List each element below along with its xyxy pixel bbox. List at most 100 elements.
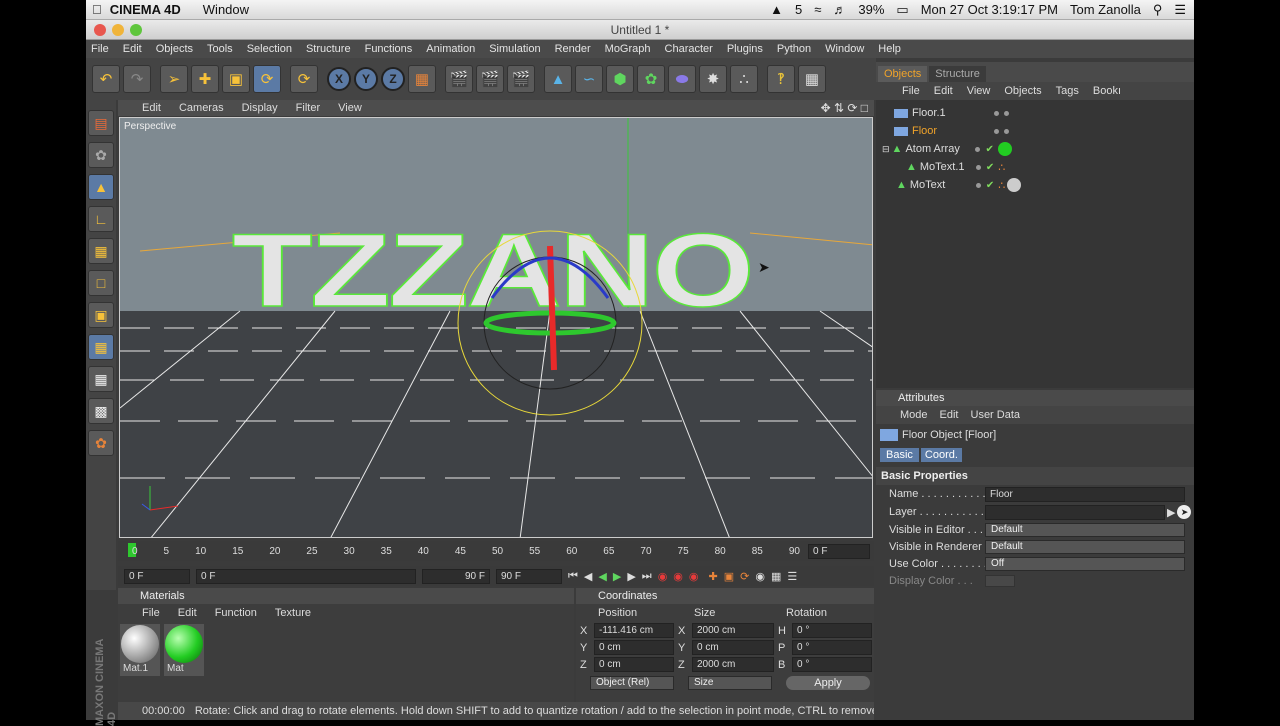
coordinate-system-icon[interactable]: ▦ (408, 65, 436, 93)
battery-percent[interactable]: 39% (858, 2, 884, 17)
objects-menu-edit[interactable]: Edit (934, 85, 953, 97)
render-view-icon[interactable]: 🎬 (445, 65, 473, 93)
zoom-window-button[interactable] (130, 24, 142, 36)
key-rot-icon[interactable]: ⟳ (740, 570, 749, 583)
autokey-icon[interactable]: ◉ (673, 570, 683, 583)
menu-animation[interactable]: Animation (426, 43, 475, 55)
enabled-check-icon[interactable]: ✔ (986, 180, 994, 191)
move-icon[interactable]: ✚ (191, 65, 219, 93)
window-menu[interactable]: Window (203, 2, 249, 17)
tab-objects[interactable]: Objects (878, 66, 928, 82)
undo-icon[interactable]: ↶ (92, 65, 120, 93)
x-axis-toggle[interactable]: X (327, 67, 351, 91)
menu-help[interactable]: Help (878, 43, 901, 55)
list-icon[interactable]: ☰ (1174, 2, 1186, 18)
environment-icon[interactable]: ∴ (730, 65, 758, 93)
object-row[interactable]: ⊟ ▲ Atom Array ✔ (876, 140, 1194, 158)
objects-menu-tags[interactable]: Tags (1056, 85, 1079, 97)
layer-picker-icon[interactable]: ➤ (1177, 505, 1192, 519)
tab-structure[interactable]: Structure (929, 66, 986, 82)
close-window-button[interactable] (94, 24, 106, 36)
size-z-field[interactable]: 2000 cm (692, 657, 774, 672)
menu-tools[interactable]: Tools (207, 43, 233, 55)
menu-file[interactable]: File (91, 43, 109, 55)
deformer-icon[interactable]: ⬬ (668, 65, 696, 93)
tab-basic[interactable]: Basic (880, 448, 919, 462)
timeline-ruler[interactable]: 0 5 10 15 20 25 30 35 40 45 50 55 60 65 … (118, 541, 874, 561)
menu-mograph[interactable]: MoGraph (605, 43, 651, 55)
object-axis-icon[interactable]: ∟ (88, 206, 114, 232)
material-swatch[interactable]: Mat.1 (120, 624, 160, 676)
tab-coord[interactable]: Coord. (920, 448, 962, 462)
collapse-icon[interactable]: ⊟ (882, 144, 890, 155)
y-axis-toggle[interactable]: Y (354, 67, 378, 91)
attributes-menu-mode[interactable]: Mode (900, 409, 928, 421)
size-y-field[interactable]: 0 cm (692, 640, 774, 655)
menu-window[interactable]: Window (825, 43, 864, 55)
user-name[interactable]: Tom Zanolla (1070, 2, 1141, 17)
viewport-menu-display[interactable]: Display (242, 102, 278, 114)
key-param-icon[interactable]: ◉ (755, 570, 765, 583)
visible-in-renderer-dropdown[interactable]: Default (985, 539, 1185, 554)
enabled-check-icon[interactable]: ✔ (985, 144, 993, 155)
rotation-b-field[interactable]: 0 ° (792, 657, 872, 672)
spline-pen-icon[interactable]: ∽ (575, 65, 603, 93)
layer-field[interactable] (985, 504, 1165, 520)
timeline-menu-icon[interactable]: ☰ (787, 570, 797, 583)
material-swatch[interactable]: Mat (164, 624, 204, 676)
use-color-dropdown[interactable]: Off (985, 556, 1185, 571)
array-icon[interactable]: ✿ (637, 65, 665, 93)
size-x-field[interactable]: 2000 cm (692, 623, 774, 638)
material-tag-icon[interactable] (1007, 178, 1022, 192)
viewport-nav-icons[interactable]: ✥ ⇅ ⟳ □ (821, 101, 868, 115)
visibility-dot[interactable] (994, 128, 999, 134)
menu-selection[interactable]: Selection (247, 43, 292, 55)
attributes-menu-edit[interactable]: Edit (940, 409, 959, 421)
render-dot[interactable] (1004, 128, 1009, 134)
rotation-p-field[interactable]: 0 ° (792, 640, 872, 655)
viewport-menu-view[interactable]: View (338, 102, 362, 114)
materials-menu-texture[interactable]: Texture (275, 607, 311, 619)
objects-menu-view[interactable]: View (967, 85, 991, 97)
rotate-icon[interactable]: ⟳ (253, 65, 281, 93)
spotlight-icon[interactable]: ⚲ (1153, 2, 1163, 18)
range-start-field[interactable]: 0 F (196, 568, 416, 584)
effector-tag-icon[interactable]: ∴ (998, 161, 1005, 174)
prev-key-icon[interactable]: ◀ (584, 570, 592, 583)
record-icon[interactable]: ◉ (658, 570, 668, 583)
viewport-menu-filter[interactable]: Filter (296, 102, 320, 114)
perspective-viewport[interactable]: TZZANO Perspective ➤ (119, 117, 873, 538)
objects-menu-file[interactable]: File (902, 85, 920, 97)
visibility-dot[interactable] (975, 182, 981, 188)
render-picture-viewer-icon[interactable]: 🎬 (476, 65, 504, 93)
object-row[interactable]: Floor (876, 122, 1194, 140)
effector-tag-icon[interactable]: ∴ (998, 179, 1005, 192)
material-tag-icon[interactable] (997, 142, 1012, 156)
menu-character[interactable]: Character (665, 43, 713, 55)
object-row[interactable]: ▲ MoText.1 ✔ ∴ (876, 158, 1194, 176)
coordinate-mode-dropdown[interactable]: Object (Rel) (590, 676, 674, 690)
attributes-menu-userdata[interactable]: User Data (971, 409, 1021, 421)
visibility-dot[interactable] (975, 164, 981, 170)
texture-mode-icon[interactable]: ▦ (88, 366, 114, 392)
keyframe-help-icon[interactable]: ◉ (689, 570, 699, 583)
minimize-window-button[interactable] (112, 24, 124, 36)
volume-icon[interactable]: ♬ (833, 2, 846, 17)
scale-icon[interactable]: ▣ (222, 65, 250, 93)
menu-edit[interactable]: Edit (123, 43, 142, 55)
polygons-mode-icon[interactable]: ▣ (88, 302, 114, 328)
menu-python[interactable]: Python (777, 43, 811, 55)
render-dot[interactable] (1004, 110, 1009, 116)
visible-in-editor-dropdown[interactable]: Default (985, 522, 1185, 537)
size-mode-dropdown[interactable]: Size (688, 676, 772, 690)
materials-menu-edit[interactable]: Edit (178, 607, 197, 619)
objects-menu-bookmarks[interactable]: Bookı (1093, 85, 1121, 97)
position-z-field[interactable]: 0 cm (594, 657, 674, 672)
layer-arrow-icon[interactable]: ▶ (1167, 506, 1175, 519)
sculpt-icon[interactable]: ✿ (88, 142, 114, 168)
materials-menu-function[interactable]: Function (215, 607, 257, 619)
object-row[interactable]: ▲ MoText ✔ ∴ (876, 176, 1194, 194)
model-mode-icon[interactable]: ▲ (88, 174, 114, 200)
next-frame-icon[interactable]: ▶ (627, 570, 635, 583)
range-end-field[interactable]: 90 F (422, 568, 490, 584)
